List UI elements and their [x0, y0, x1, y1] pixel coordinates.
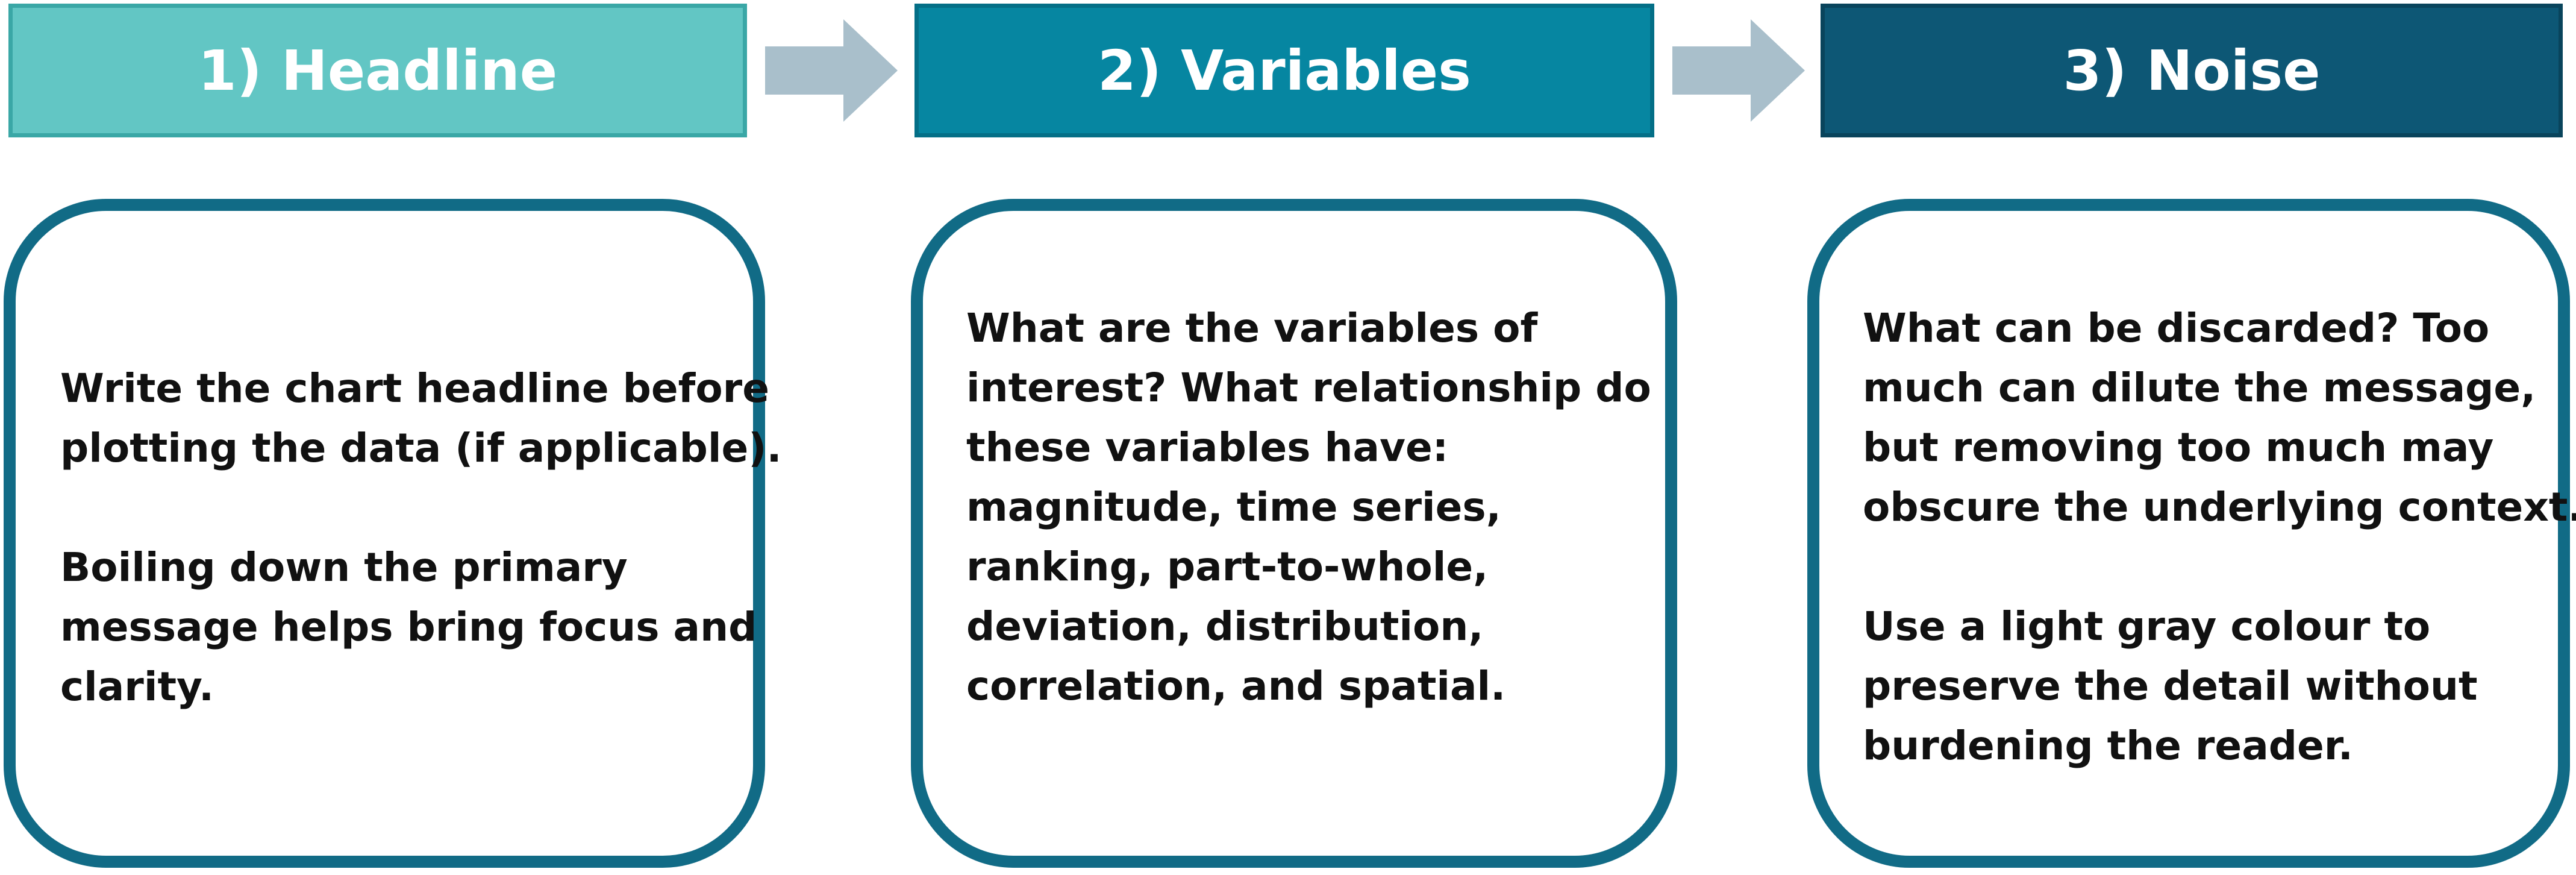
- text-line: preserve the detail without: [1863, 663, 2478, 709]
- text-line: these variables have:: [966, 424, 1449, 471]
- text-line: message helps bring focus and: [60, 604, 757, 650]
- step-1-title: 1) Headline: [198, 38, 558, 103]
- step-2-title: 2) Variables: [1098, 38, 1471, 103]
- step-2-header: 2) Variables: [914, 4, 1654, 137]
- text-line: What can be discarded? Too: [1863, 305, 2490, 351]
- step-2-description: What are the variables of interest? What…: [966, 298, 1651, 716]
- text-line: plotting the data (if applicable).: [60, 425, 782, 471]
- step-3-description: What can be discarded? Too much can dilu…: [1863, 298, 2576, 776]
- text-line: much can dilute the message,: [1863, 365, 2536, 411]
- text-line: correlation, and spatial.: [966, 663, 1506, 709]
- text-line: What are the variables of: [966, 305, 1538, 351]
- paragraph: Write the chart headline before plotting…: [60, 359, 782, 478]
- text-line: obscure the underlying context.: [1863, 484, 2576, 530]
- paragraph: What are the variables of interest? What…: [966, 298, 1651, 716]
- text-line: Boiling down the primary: [60, 544, 628, 591]
- paragraph: What can be discarded? Too much can dilu…: [1863, 298, 2576, 537]
- text-line: clarity.: [60, 663, 214, 710]
- text-line: ranking, part-to-whole,: [966, 544, 1489, 590]
- text-line: Use a light gray colour to: [1863, 603, 2431, 650]
- step-1-description: Write the chart headline before plotting…: [60, 359, 782, 717]
- paragraph: Use a light gray colour to preserve the …: [1863, 597, 2576, 776]
- text-line: magnitude, time series,: [966, 484, 1501, 530]
- text-line: burdening the reader.: [1863, 723, 2353, 769]
- text-line: interest? What relationship do: [966, 365, 1651, 411]
- paragraph: Boiling down the primary message helps b…: [60, 538, 782, 717]
- right-arrow-icon: [765, 19, 898, 122]
- text-line: deviation, distribution,: [966, 603, 1484, 650]
- right-arrow-icon: [1672, 19, 1805, 122]
- text-line: Write the chart headline before: [60, 365, 769, 412]
- step-3-title: 3) Noise: [2063, 38, 2321, 103]
- text-line: but removing too much may: [1863, 424, 2494, 471]
- step-1-header: 1) Headline: [8, 4, 747, 137]
- step-3-header: 3) Noise: [1821, 4, 2563, 137]
